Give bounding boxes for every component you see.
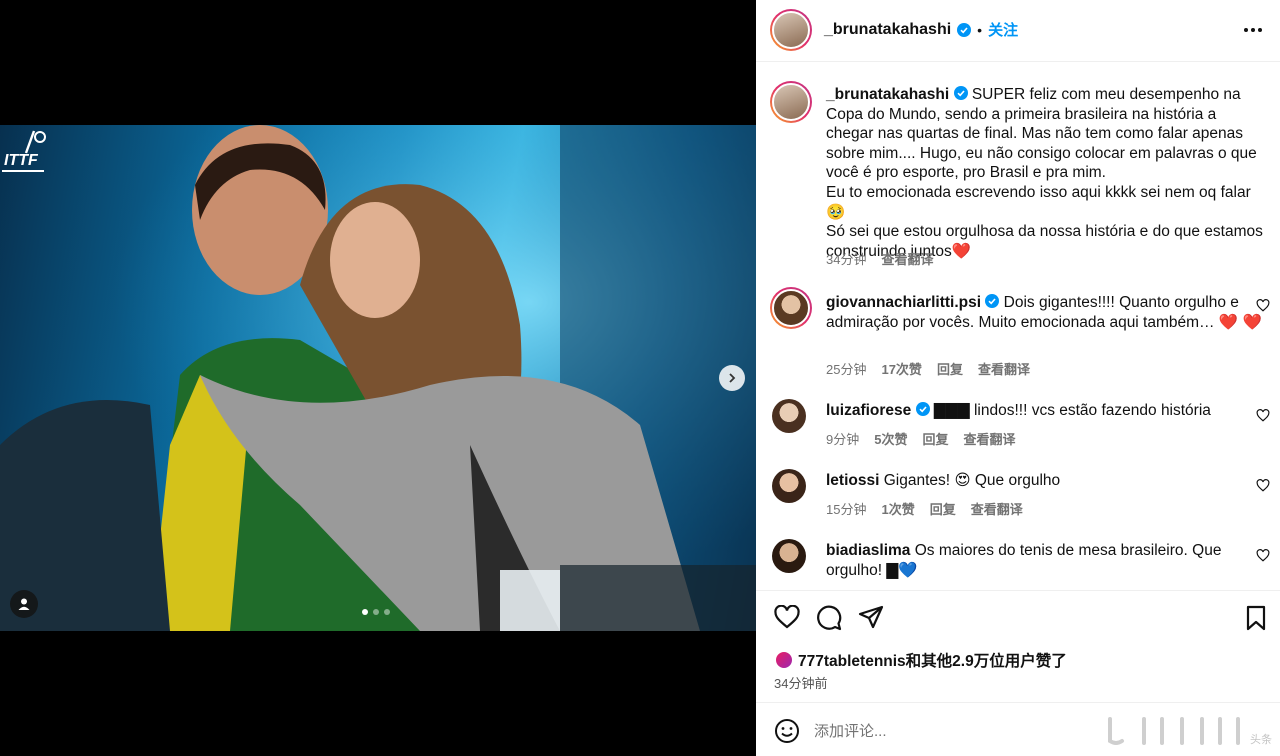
translate-link[interactable]: 查看翻译 [971,499,1023,518]
comment-meta: 9分钟 5次赞 回复 查看翻译 [826,429,1016,448]
liker-avatar [774,650,794,670]
comments-list[interactable]: _brunatakahashi SUPER feliz com meu dese… [756,63,1280,590]
svg-text:ITTF: ITTF [4,152,39,169]
post-header: _brunatakahashi • 关注 [756,0,1280,62]
comment-item: letiossi Gigantes! 😍 Que orgulho 15分钟 1次… [770,469,1270,519]
comment-body: biadiaslima Os maiores do tenis de mesa … [826,541,1266,580]
comment-input[interactable] [814,719,1114,743]
comment-item: biadiaslima Os maiores do tenis de mesa … [770,539,1270,589]
chevron-right-icon [729,373,736,383]
verified-icon [915,402,930,416]
watermark-text: 头条 [1250,732,1272,746]
verified-icon [957,22,972,37]
ittf-logo: ITTF [2,130,46,172]
post-photo[interactable]: ITTF [0,125,756,631]
comment-meta: 25分钟 17次赞 回复 查看翻译 [826,359,1030,378]
heart-icon[interactable] [774,605,800,629]
comment-username[interactable]: giovannachiarlitti.psi [826,294,981,311]
comment-meta: 15分钟 1次赞 回复 查看翻译 [826,499,1023,518]
user-tags-button[interactable] [10,590,38,618]
comment-like-icon[interactable] [1256,299,1270,312]
comment-likes[interactable]: 1次赞 [881,499,914,518]
commenter-avatar[interactable] [772,539,806,573]
carousel-dot-active [362,609,368,615]
likes-summary-text: 777tabletennis和其他2.9万位用户赞了 [798,653,1067,670]
carousel-dot [373,609,379,615]
caption: _brunatakahashi SUPER feliz com meu dese… [770,81,1270,271]
comment-time: 15分钟 [826,502,867,517]
caption-avatar[interactable] [770,81,812,123]
comment-body: luizafiorese ▇▇▇ lindos!!! vcs estão faz… [826,401,1266,421]
header-separator: • [977,21,983,38]
emoji-icon[interactable] [774,718,800,744]
comment-body: giovannachiarlitti.psi Dois gigantes!!!!… [826,293,1266,332]
likes-summary[interactable]: 777tabletennis和其他2.9万位用户赞了 [774,649,1067,671]
comment-text: ▇▇▇ lindos!!! vcs estão fazendo história [933,402,1211,419]
caption-body: _brunatakahashi SUPER feliz com meu dese… [826,85,1266,261]
translate-link[interactable]: 查看翻译 [978,359,1030,378]
comment-item: luizafiorese ▇▇▇ lindos!!! vcs estão faz… [770,399,1270,449]
carousel-dot [384,609,390,615]
follow-button[interactable]: 关注 [988,19,1018,40]
translate-link[interactable]: 查看翻译 [963,429,1015,448]
carousel-indicator [362,609,390,615]
post-time: 34分钟前 [774,676,828,691]
verified-icon [953,86,968,100]
comment-item: giovannachiarlitti.psi Dois gigantes!!!!… [770,287,1270,383]
photo-illustration [0,125,756,631]
more-icon[interactable] [1243,22,1263,38]
comment-icon[interactable] [816,605,842,631]
comment-username[interactable]: biadiaslima [826,542,910,559]
caption-text: SUPER feliz com meu desempenho na Copa d… [826,86,1263,260]
watermark-logo: 头条 [1108,717,1272,746]
caption-translate-link[interactable]: 查看翻译 [881,249,933,268]
commenter-avatar[interactable] [772,399,806,433]
comment-likes[interactable]: 5次赞 [874,429,907,448]
comment-text: Gigantes! 😍 Que orgulho [883,472,1061,489]
share-icon[interactable] [858,605,884,629]
reply-button[interactable]: 回复 [937,359,963,378]
comment-likes[interactable]: 17次赞 [881,359,921,378]
post-detail-panel: _brunatakahashi • 关注 _brunatakahashi SUP… [756,0,1280,756]
comment-body: letiossi Gigantes! 😍 Que orgulho [826,471,1266,491]
commenter-avatar[interactable] [770,287,812,329]
post-media: ITTF [0,0,756,756]
comment-like-icon[interactable] [1256,409,1270,422]
author-username[interactable]: _brunatakahashi [824,21,951,39]
comment-like-icon[interactable] [1256,479,1270,492]
caption-time: 34分钟 [826,252,867,267]
commenter-avatar[interactable] [772,469,806,503]
carousel-next-button[interactable] [719,365,745,391]
comment-username[interactable]: letiossi [826,472,879,489]
author-avatar[interactable] [770,9,812,51]
caption-meta: 34分钟 查看翻译 [826,249,933,268]
caption-username[interactable]: _brunatakahashi [826,86,949,103]
bookmark-icon[interactable] [1245,605,1267,631]
comment-like-icon[interactable] [1256,549,1270,562]
comment-time: 25分钟 [826,362,867,377]
reply-button[interactable]: 回复 [922,429,948,448]
add-comment-bar: 头条 [756,702,1280,756]
verified-icon [985,294,1000,308]
user-tag-icon [18,598,30,610]
comment-username[interactable]: luizafiorese [826,402,911,419]
reply-button[interactable]: 回复 [930,499,956,518]
post-actions: 777tabletennis和其他2.9万位用户赞了 34分钟前 [756,590,1280,702]
comment-time: 9分钟 [826,432,860,447]
